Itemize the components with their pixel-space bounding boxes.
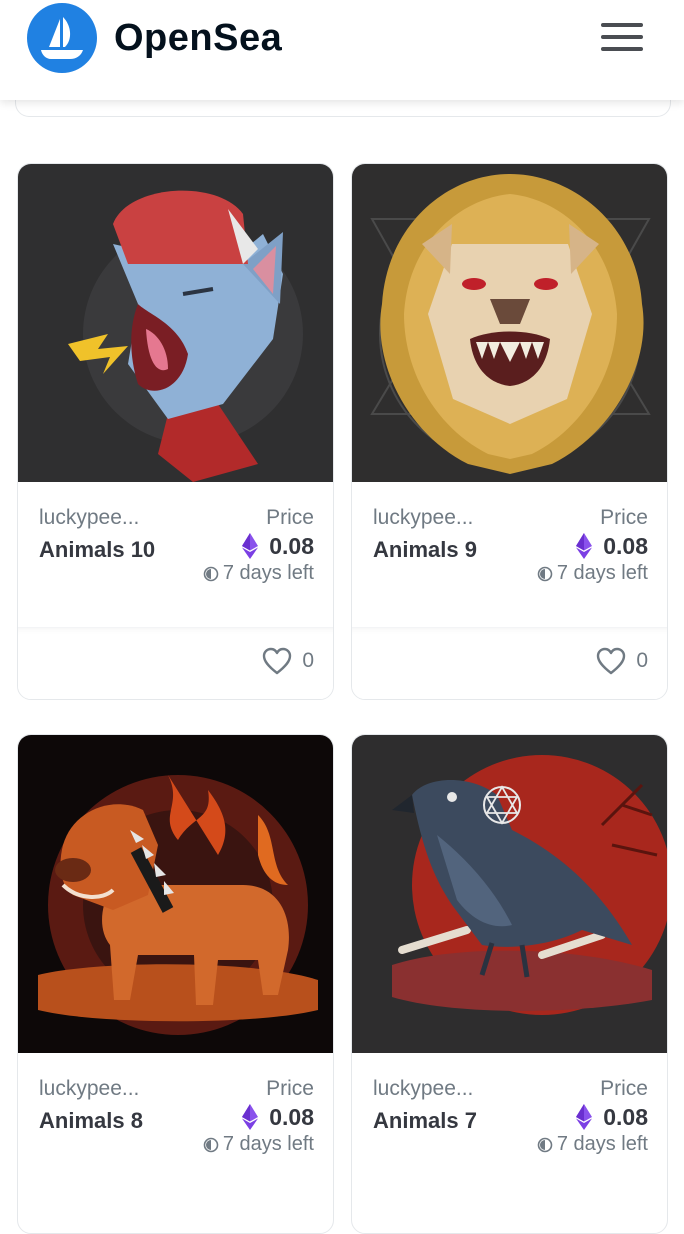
price-value: 0.08	[269, 1103, 314, 1130]
price-row: 0.08	[576, 532, 648, 560]
hamburger-menu-icon[interactable]	[598, 18, 644, 58]
item-name[interactable]: Animals 8	[39, 1108, 143, 1134]
nft-card[interactable]: luckypee... Animals 10 Price 0.08 7 days…	[17, 163, 334, 700]
time-left-text: 7 days left	[556, 562, 648, 584]
price-row: 0.08	[576, 1103, 648, 1131]
time-left: 7 days left	[203, 1133, 314, 1156]
collection-name[interactable]: luckypee...	[373, 1077, 473, 1101]
top-navbar: OpenSea	[0, 0, 684, 100]
ethereum-icon	[242, 533, 259, 559]
heart-icon[interactable]	[262, 647, 292, 675]
ethereum-icon	[576, 1104, 593, 1130]
card-info: luckypee... Animals 7 Price 0.08 7 days …	[352, 1053, 667, 1198]
time-left-text: 7 days left	[222, 1133, 314, 1155]
favorite-count: 0	[302, 649, 314, 672]
item-name[interactable]: Animals 9	[373, 537, 477, 563]
nft-card[interactable]: luckypee... Animals 9 Price 0.08 7 days …	[351, 163, 668, 700]
heart-icon[interactable]	[596, 647, 626, 675]
time-left: 7 days left	[537, 1133, 648, 1156]
favorite-count: 0	[636, 649, 648, 672]
time-left: 7 days left	[537, 562, 648, 585]
dog-art[interactable]	[18, 735, 333, 1053]
nft-card[interactable]: luckypee... Animals 8 Price 0.08 7 days …	[17, 734, 334, 1234]
card-info: luckypee... Animals 8 Price 0.08 7 days …	[18, 1053, 333, 1198]
price-row: 0.08	[242, 1103, 314, 1131]
ethereum-icon	[576, 533, 593, 559]
price-label: Price	[600, 506, 648, 529]
clock-icon	[537, 1137, 553, 1152]
price-label: Price	[266, 506, 314, 529]
price-value: 0.08	[269, 532, 314, 559]
price-label: Price	[600, 1077, 648, 1100]
collection-name[interactable]: luckypee...	[373, 506, 473, 530]
collection-name[interactable]: luckypee...	[39, 506, 139, 530]
cat-art[interactable]	[18, 164, 333, 482]
price-value: 0.08	[603, 1103, 648, 1130]
clock-icon	[203, 566, 219, 581]
price-value: 0.08	[603, 532, 648, 559]
brand-name[interactable]: OpenSea	[114, 13, 282, 63]
price-label: Price	[266, 1077, 314, 1100]
time-left-text: 7 days left	[222, 562, 314, 584]
price-row: 0.08	[242, 532, 314, 560]
lion-art[interactable]	[352, 164, 667, 482]
time-left: 7 days left	[203, 562, 314, 585]
favorite-button[interactable]: 0	[596, 647, 648, 675]
ethereum-icon	[242, 1104, 259, 1130]
favorite-button[interactable]: 0	[262, 647, 314, 675]
item-name[interactable]: Animals 10	[39, 537, 155, 563]
card-info: luckypee... Animals 10 Price 0.08 7 days…	[18, 482, 333, 627]
time-left-text: 7 days left	[556, 1133, 648, 1155]
card-footer: 0	[352, 627, 667, 699]
raven-art[interactable]	[352, 735, 667, 1053]
item-name[interactable]: Animals 7	[373, 1108, 477, 1134]
clock-icon	[203, 1137, 219, 1152]
collection-name[interactable]: luckypee...	[39, 1077, 139, 1101]
clock-icon	[537, 566, 553, 581]
card-footer: 0	[18, 627, 333, 699]
nft-card[interactable]: luckypee... Animals 7 Price 0.08 7 days …	[351, 734, 668, 1234]
card-info: luckypee... Animals 9 Price 0.08 7 days …	[352, 482, 667, 627]
opensea-logo-icon[interactable]	[27, 3, 97, 73]
